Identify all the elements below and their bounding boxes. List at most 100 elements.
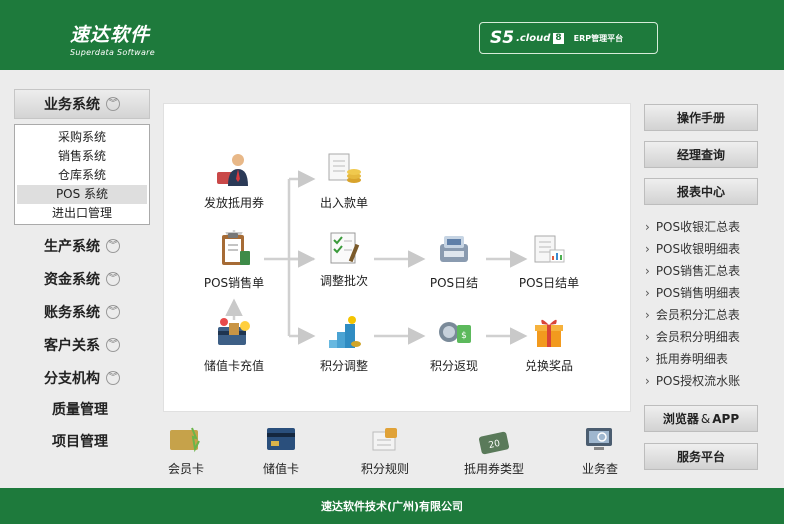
report-link[interactable]: › 会员积分汇总表	[645, 305, 775, 325]
points-cashback-icon: $	[439, 322, 471, 343]
product-badge: S5 .cloud 8 ERP管理平台	[479, 22, 658, 54]
report-link[interactable]: › 抵用券明细表	[645, 349, 775, 369]
service-platform-label: 服务平台	[676, 450, 725, 464]
chevron-down-icon: ︾	[106, 305, 120, 319]
submenu-import-export[interactable]: 进出口管理	[17, 204, 147, 223]
flow-adjust-batch[interactable]: 调整批次	[299, 230, 389, 289]
browser-app-button[interactable]: 浏览器 & APP	[644, 405, 758, 432]
manager-query-button[interactable]: 经理查询	[644, 141, 758, 168]
quick-link-label: 会员卡	[167, 462, 204, 476]
checklist-icon	[330, 232, 360, 264]
product-cloud: .cloud	[516, 32, 551, 44]
quick-link-stored-card[interactable]: 储值卡	[241, 424, 321, 477]
report-link[interactable]: › 会员积分明细表	[645, 327, 775, 347]
submenu-warehouse[interactable]: 仓库系统	[17, 166, 147, 185]
gift-box-icon	[535, 319, 563, 347]
chevron-down-icon: ︾	[106, 97, 120, 111]
sidebar-item-crm[interactable]: 客户关系 ︾	[14, 331, 150, 359]
report-link-label: 会员积分明细表	[655, 330, 740, 344]
flow-pos-sales-order[interactable]: POS销售单	[189, 232, 279, 291]
chevron-right-icon: ›	[645, 352, 650, 366]
flow-issue-coupon[interactable]: 发放抵用券	[189, 152, 279, 211]
flow-node-label: POS日结单	[518, 276, 580, 290]
sidebar-item-production[interactable]: 生产系统 ︾	[14, 232, 150, 260]
footer-company: 速达软件技术(广州)有限公司	[320, 500, 464, 513]
flow-node-label: 储值卡充值	[203, 359, 264, 373]
manager-query-label: 经理查询	[676, 148, 725, 162]
quick-link-business-query[interactable]: 业务查	[569, 424, 631, 477]
business-submenu: 采购系统 销售系统 仓库系统 POS 系统 进出口管理	[14, 124, 150, 225]
flow-node-label: POS销售单	[203, 276, 265, 290]
flow-node-label: 积分返现	[429, 359, 478, 373]
report-center-button[interactable]: 报表中心	[644, 178, 758, 205]
business-query-icon	[586, 428, 612, 450]
pos-flow-panel: 发放抵用券 出入款单 POS销售单 调整批次 POS日结 POS日结单 储值卡充…	[163, 103, 631, 412]
report-link[interactable]: › POS收银汇总表	[645, 217, 775, 237]
card-recharge-icon	[218, 318, 250, 345]
report-link-label: POS收银明细表	[655, 242, 741, 256]
flow-points-cashback[interactable]: $ 积分返现	[409, 315, 499, 374]
manual-button[interactable]: 操作手册	[644, 104, 758, 131]
chevron-right-icon: ›	[645, 374, 650, 388]
quick-link-points-rule[interactable]: 积分规则	[345, 424, 425, 477]
flow-node-label: 调整批次	[319, 274, 368, 288]
product-s5: S5	[490, 28, 515, 48]
stored-card-icon	[267, 428, 295, 450]
product-erp-label: ERP管理平台	[573, 33, 624, 43]
report-link-label: POS销售汇总表	[655, 264, 741, 278]
chevron-right-icon: ›	[645, 286, 650, 300]
flow-node-label: POS日结	[429, 276, 479, 290]
submenu-purchase[interactable]: 采购系统	[17, 128, 147, 147]
chevron-right-icon: ›	[645, 242, 650, 256]
report-link-label: POS销售明细表	[655, 286, 741, 300]
flow-node-label: 发放抵用券	[203, 196, 264, 210]
business-systems-label: 业务系统	[44, 97, 100, 113]
cashier-person-icon	[217, 154, 248, 186]
business-systems-button[interactable]: 业务系统 ︾	[14, 89, 150, 119]
sidebar-item-accounting[interactable]: 账务系统 ︾	[14, 298, 150, 326]
submenu-pos[interactable]: POS 系统	[17, 185, 147, 204]
daily-report-icon	[534, 235, 565, 263]
flow-stored-card-recharge[interactable]: 储值卡充值	[189, 315, 279, 374]
quick-link-label: 抵用券类型	[463, 462, 524, 476]
report-center-label: 报表中心	[676, 185, 725, 199]
quick-link-member-card[interactable]: 会员卡	[146, 424, 226, 477]
product-version: 8	[553, 32, 564, 44]
money-document-icon	[328, 153, 361, 183]
chevron-down-icon: ︾	[106, 371, 120, 385]
submenu-sales[interactable]: 销售系统	[17, 147, 147, 166]
header-bar: 速达软件 Superdata Software S5 .cloud 8 ERP管…	[0, 0, 784, 70]
flow-node-label: 兑换奖品	[524, 359, 573, 373]
flow-pos-daily-report[interactable]: POS日结单	[504, 232, 594, 291]
report-link-label: POS授权流水账	[655, 374, 741, 388]
chevron-right-icon: ›	[645, 264, 650, 278]
sidebar-item-projects[interactable]: 项目管理	[14, 427, 150, 455]
sidebar-item-label: 客户关系	[44, 338, 100, 354]
report-link[interactable]: › POS授权流水账	[645, 371, 775, 391]
report-link[interactable]: › POS销售汇总表	[645, 261, 775, 281]
service-platform-button[interactable]: 服务平台	[644, 443, 758, 470]
flow-pos-daily-close[interactable]: POS日结	[409, 232, 499, 291]
report-link[interactable]: › POS销售明细表	[645, 283, 775, 303]
chevron-right-icon: ›	[645, 330, 650, 344]
flow-redeem-prize[interactable]: 兑换奖品	[504, 315, 594, 374]
report-link-label: 会员积分汇总表	[655, 308, 740, 322]
report-link[interactable]: › POS收银明细表	[645, 239, 775, 259]
sidebar-item-branches[interactable]: 分支机构 ︾	[14, 364, 150, 392]
flow-points-adjust[interactable]: 积分调整	[299, 315, 389, 374]
coupon-icon: 20	[478, 431, 510, 455]
sidebar-item-funds[interactable]: 资金系统 ︾	[14, 265, 150, 293]
quick-link-label: 业务查	[581, 462, 618, 476]
footer-bar: 速达软件技术(广州)有限公司	[0, 488, 784, 524]
sidebar-item-label: 资金系统	[44, 272, 100, 288]
quick-link-coupon-type[interactable]: 20 抵用券类型	[454, 424, 534, 477]
brand-logo: 速达软件 Superdata Software	[70, 20, 155, 57]
ampersand-label: &	[700, 411, 711, 426]
quick-link-label: 储值卡	[262, 462, 299, 476]
sidebar-item-label: 分支机构	[44, 371, 100, 387]
flow-cash-in-out[interactable]: 出入款单	[299, 152, 389, 211]
sidebar-item-quality[interactable]: 质量管理	[14, 395, 150, 423]
chevron-down-icon: ︾	[106, 272, 120, 286]
pos-terminal-icon	[440, 236, 468, 262]
chevron-down-icon: ︾	[106, 239, 120, 253]
